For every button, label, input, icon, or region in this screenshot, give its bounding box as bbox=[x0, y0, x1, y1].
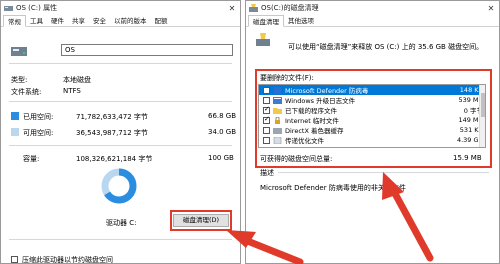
tab-more-options[interactable]: 其他选项 bbox=[284, 15, 318, 26]
divider bbox=[278, 172, 489, 173]
divider bbox=[9, 239, 232, 240]
compress-checkbox[interactable] bbox=[11, 256, 18, 263]
tab-tools[interactable]: 工具 bbox=[26, 15, 47, 26]
tab-previous-versions[interactable]: 以前的版本 bbox=[110, 15, 151, 26]
used-gb: 66.8 GB bbox=[208, 112, 237, 120]
used-space-swatch bbox=[11, 112, 19, 120]
cleanup-intro: 可以使用“磁盘清理”来释放 OS (C:) 上的 35.6 GB 磁盘空间。 bbox=[288, 43, 484, 51]
capacity-gb: 100 GB bbox=[208, 154, 234, 162]
close-icon[interactable]: ✕ bbox=[224, 4, 240, 13]
free-label: 可用空间: bbox=[23, 129, 54, 137]
cleanup-titlebar[interactable]: OS(C:)的磁盘清理 ✕ bbox=[246, 1, 499, 15]
free-gb: 34.0 GB bbox=[208, 128, 237, 136]
cleanup-title: OS(C:)的磁盘清理 bbox=[261, 4, 319, 12]
drive-large-icon bbox=[11, 47, 27, 56]
general-pane: OS 类型: 本地磁盘 文件系统: NTFS 已用空间: 71,782,633,… bbox=[1, 27, 240, 263]
type-label: 类型: bbox=[11, 76, 28, 84]
drive-icon bbox=[4, 5, 13, 11]
drive-name-value: OS bbox=[65, 46, 75, 54]
free-bytes: 36,543,987,712 字节 bbox=[76, 129, 148, 137]
free-space-swatch bbox=[11, 128, 19, 136]
properties-window: OS (C:) 属性 ✕ 常规 工具 硬件 共享 安全 以前的版本 配额 OS … bbox=[0, 0, 241, 264]
tab-quota[interactable]: 配额 bbox=[151, 15, 172, 26]
filesystem-value: NTFS bbox=[63, 87, 81, 95]
divider bbox=[9, 145, 232, 146]
divider bbox=[9, 63, 232, 64]
tab-general[interactable]: 常规 bbox=[3, 15, 26, 27]
cleanup-tabs: 磁盘清理 其他选项 bbox=[246, 15, 499, 27]
disk-cleanup-window: OS(C:)的磁盘清理 ✕ 磁盘清理 其他选项 可以使用“磁盘清理”来释放 OS… bbox=[245, 0, 500, 264]
used-bytes: 71,782,633,472 字节 bbox=[76, 113, 148, 121]
properties-title: OS (C:) 属性 bbox=[16, 4, 58, 12]
drive-label: 驱动器 C: bbox=[106, 219, 137, 227]
divider bbox=[9, 101, 232, 102]
tab-sharing[interactable]: 共享 bbox=[68, 15, 89, 26]
cleanup-large-icon bbox=[256, 33, 270, 46]
used-label: 已用空间: bbox=[23, 113, 54, 121]
drive-name-input[interactable]: OS bbox=[61, 44, 233, 56]
properties-tabs: 常规 工具 硬件 共享 安全 以前的版本 配额 bbox=[1, 15, 240, 27]
description-label: 描述 bbox=[260, 169, 274, 177]
properties-titlebar[interactable]: OS (C:) 属性 ✕ bbox=[1, 1, 240, 15]
highlight-box bbox=[170, 210, 232, 231]
type-value: 本地磁盘 bbox=[63, 76, 91, 84]
capacity-bytes: 108,326,621,184 字节 bbox=[76, 155, 153, 163]
cleanup-pane: 可以使用“磁盘清理”来释放 OS (C:) 上的 35.6 GB 磁盘空间。 要… bbox=[246, 27, 499, 263]
filesystem-label: 文件系统: bbox=[11, 88, 42, 96]
tab-disk-cleanup[interactable]: 磁盘清理 bbox=[248, 15, 284, 27]
highlight-box bbox=[255, 69, 492, 168]
close-icon[interactable]: ✕ bbox=[483, 4, 499, 13]
cleanup-icon bbox=[249, 4, 258, 12]
tab-hardware[interactable]: 硬件 bbox=[47, 15, 68, 26]
compress-label: 压缩此驱动器以节约磁盘空间 bbox=[22, 256, 113, 264]
capacity-label: 容量: bbox=[23, 155, 40, 163]
tab-security[interactable]: 安全 bbox=[89, 15, 110, 26]
description-text: Microsoft Defender 防病毒使用的非关键文件 bbox=[260, 184, 406, 192]
usage-donut bbox=[101, 168, 137, 204]
